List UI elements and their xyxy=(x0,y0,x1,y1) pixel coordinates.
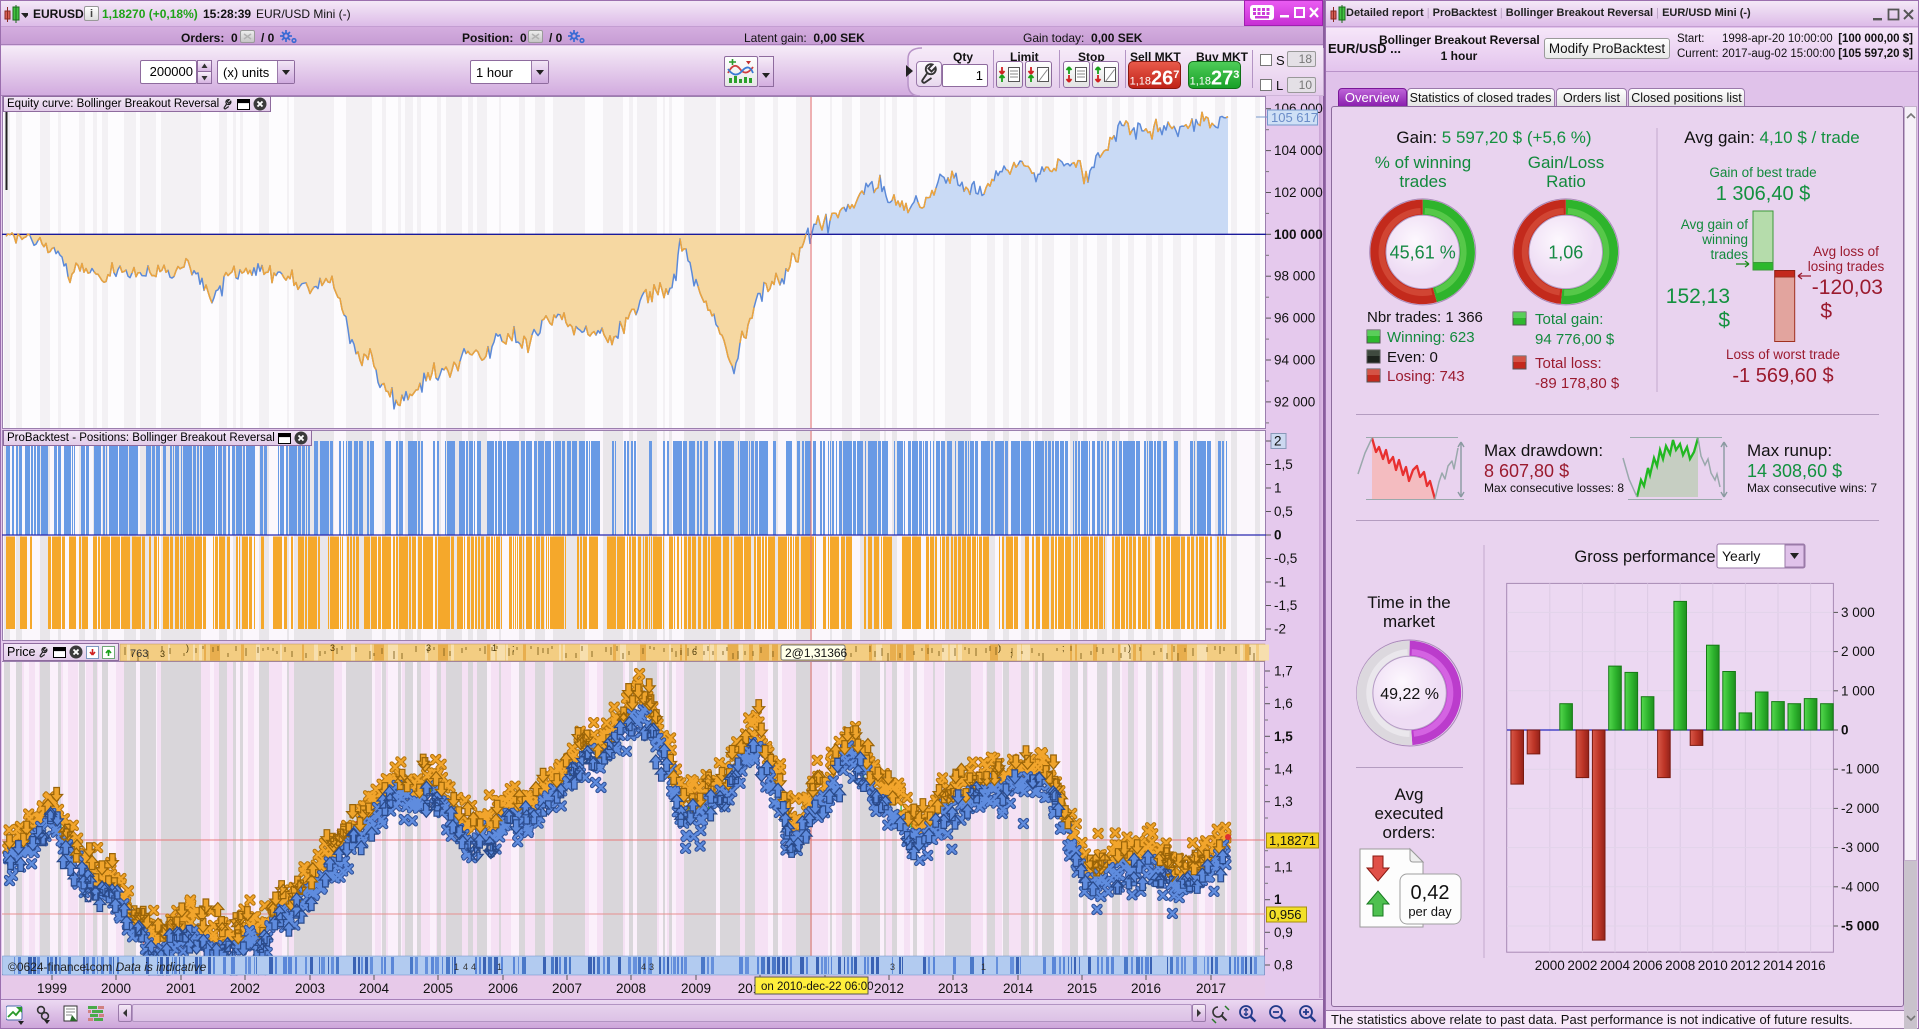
svg-text:Avg loss of: Avg loss of xyxy=(1813,244,1879,259)
svg-text:45,61 %: 45,61 % xyxy=(1390,242,1456,262)
svg-text:49,22 %: 49,22 % xyxy=(1380,686,1439,703)
svg-text:Max runup:: Max runup: xyxy=(1747,441,1832,460)
svg-text:-120,03: -120,03 xyxy=(1812,276,1883,299)
svg-text:Max drawdown:: Max drawdown: xyxy=(1484,441,1603,460)
svg-text:Total loss:: Total loss: xyxy=(1535,355,1602,372)
svg-text:8 607,80 $: 8 607,80 $ xyxy=(1484,461,1569,481)
svg-text:Winning: 623: Winning: 623 xyxy=(1387,329,1475,346)
svg-text:Gain: 5 597,20 $ (+5,6 %): Gain: 5 597,20 $ (+5,6 %) xyxy=(1396,128,1591,147)
svg-text:Gross performance: Gross performance xyxy=(1574,548,1715,566)
svg-text:2014: 2014 xyxy=(1763,958,1794,973)
svg-text:1 306,40 $: 1 306,40 $ xyxy=(1716,183,1811,205)
svg-text:-1 000: -1 000 xyxy=(1841,762,1879,777)
svg-text:Even: 0: Even: 0 xyxy=(1387,349,1438,366)
svg-text:2010: 2010 xyxy=(1698,958,1728,973)
svg-text:-4 000: -4 000 xyxy=(1841,879,1879,894)
svg-text:market: market xyxy=(1383,612,1435,631)
svg-text:-1 569,60 $: -1 569,60 $ xyxy=(1732,365,1833,387)
svg-text:14 308,60 $: 14 308,60 $ xyxy=(1747,461,1842,481)
svg-text:-5 000: -5 000 xyxy=(1841,919,1879,934)
svg-text:Max consecutive wins: 7: Max consecutive wins: 7 xyxy=(1747,481,1877,495)
svg-text:2006: 2006 xyxy=(1633,958,1663,973)
svg-text:1 000: 1 000 xyxy=(1841,683,1875,698)
svg-text:winning: winning xyxy=(1701,232,1748,247)
svg-text:executed: executed xyxy=(1375,804,1444,823)
svg-text:$: $ xyxy=(1718,309,1730,332)
svg-text:152,13: 152,13 xyxy=(1666,285,1730,308)
svg-text:Losing: 743: Losing: 743 xyxy=(1387,368,1465,385)
svg-text:Avg gain: 4,10 $ / trade: Avg gain: 4,10 $ / trade xyxy=(1684,128,1859,147)
svg-text:Total gain:: Total gain: xyxy=(1535,311,1603,328)
svg-text:-3 000: -3 000 xyxy=(1841,840,1879,855)
svg-text:2008: 2008 xyxy=(1665,958,1695,973)
svg-text:trades: trades xyxy=(1399,172,1446,191)
svg-text:trades: trades xyxy=(1710,247,1748,262)
svg-text:2002: 2002 xyxy=(1567,958,1597,973)
svg-text:-89 178,80 $: -89 178,80 $ xyxy=(1535,375,1620,392)
svg-text:-2 000: -2 000 xyxy=(1841,801,1879,816)
svg-text:losing trades: losing trades xyxy=(1808,259,1885,274)
svg-text:Time in the: Time in the xyxy=(1367,593,1450,612)
svg-text:per day: per day xyxy=(1408,904,1452,919)
svg-text:Ratio: Ratio xyxy=(1546,172,1586,191)
svg-text:Nbr trades: 1 366: Nbr trades: 1 366 xyxy=(1367,309,1483,326)
svg-text:2004: 2004 xyxy=(1600,958,1631,973)
svg-text:orders:: orders: xyxy=(1383,823,1436,842)
svg-text:2000: 2000 xyxy=(1535,958,1565,973)
svg-text:0: 0 xyxy=(1841,723,1849,738)
svg-text:2016: 2016 xyxy=(1796,958,1826,973)
svg-text:Max consecutive losses: 8: Max consecutive losses: 8 xyxy=(1484,481,1624,495)
svg-text:2012: 2012 xyxy=(1730,958,1760,973)
svg-text:Gain of best trade: Gain of best trade xyxy=(1709,165,1816,180)
svg-text:% of winning: % of winning xyxy=(1375,153,1471,172)
svg-text:Yearly: Yearly xyxy=(1722,548,1760,564)
svg-text:$: $ xyxy=(1820,300,1832,323)
svg-text:Avg: Avg xyxy=(1395,785,1424,804)
svg-text:Loss of worst trade: Loss of worst trade xyxy=(1726,347,1840,362)
svg-text:0,42: 0,42 xyxy=(1411,882,1450,904)
svg-text:94 776,00 $: 94 776,00 $ xyxy=(1535,331,1615,348)
svg-text:Avg gain of: Avg gain of xyxy=(1681,217,1749,232)
svg-text:Gain/Loss: Gain/Loss xyxy=(1528,153,1605,172)
svg-text:1,06: 1,06 xyxy=(1548,242,1583,262)
svg-text:2 000: 2 000 xyxy=(1841,644,1875,659)
svg-text:3 000: 3 000 xyxy=(1841,605,1875,620)
